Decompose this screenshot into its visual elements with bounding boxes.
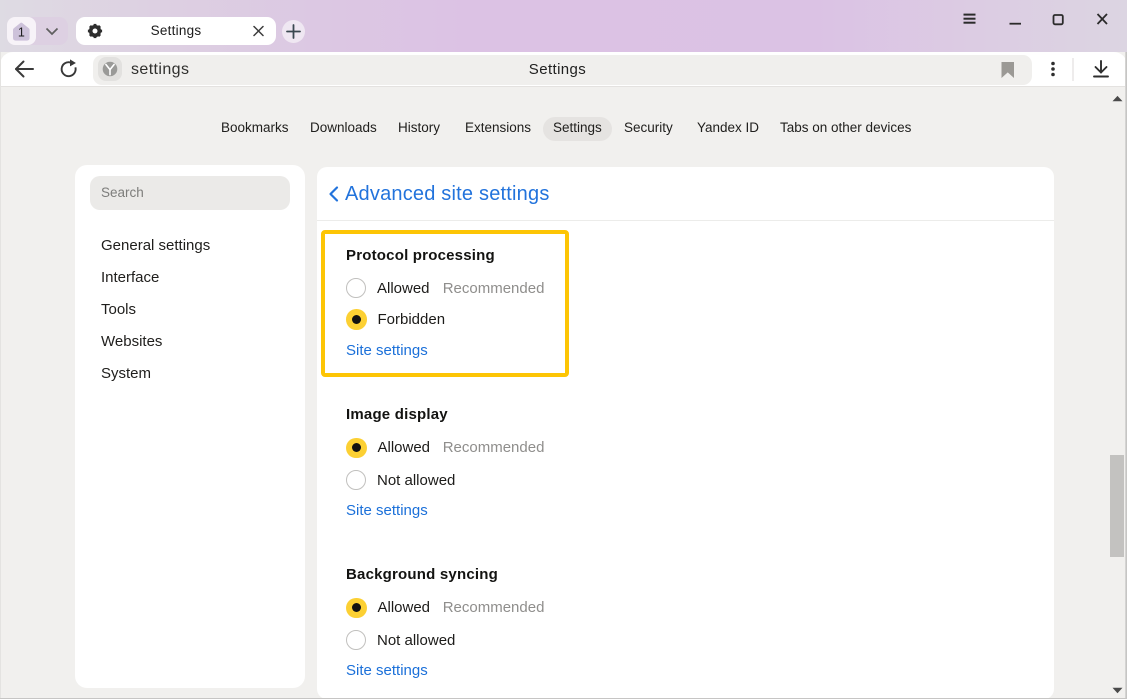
svg-text:1: 1 — [18, 26, 25, 40]
